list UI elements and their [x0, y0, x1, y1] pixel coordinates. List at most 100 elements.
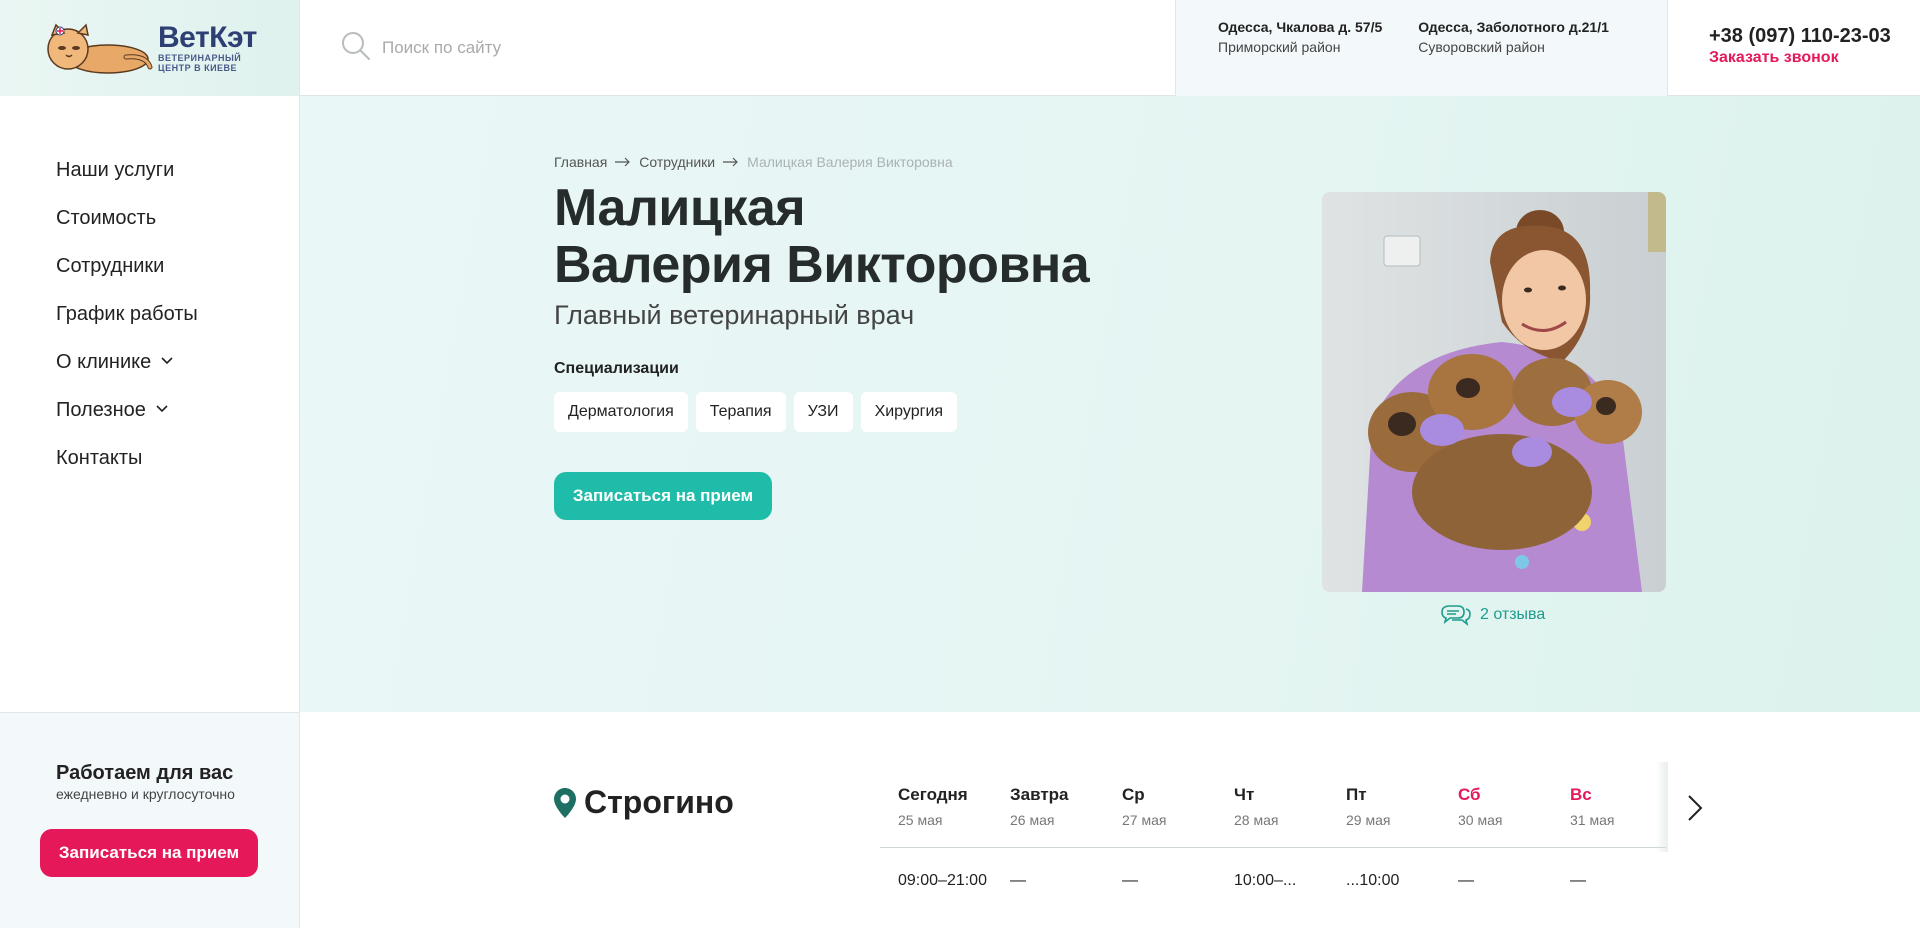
chat-bubbles-icon	[1441, 605, 1471, 626]
contacts: +38 (097) 110-23-03 Заказать звонок	[1668, 0, 1920, 95]
specialization-tag[interactable]: Терапия	[695, 392, 786, 432]
arrow-right-icon	[723, 157, 738, 167]
sidebar-promo: Работаем для вас ежедневно и круглосуточ…	[0, 712, 300, 928]
address-2[interactable]: Одесса, Заболотного д.21/1 Суворовский р…	[1418, 17, 1609, 96]
day-name: Чт	[1234, 785, 1255, 804]
doctor-name: Малицкая Валерия Викторовна	[554, 179, 1090, 294]
breadcrumb-staff[interactable]: Сотрудники	[639, 154, 715, 170]
day-date: 28 мая	[1234, 812, 1279, 828]
schedule-time[interactable]: 09:00–21:00	[880, 872, 992, 890]
schedule-day: Сб 30 мая	[1440, 784, 1552, 830]
day-date: 27 мая	[1122, 812, 1167, 828]
sidebar-item-schedule[interactable]: График работы	[56, 290, 299, 338]
day-date: 26 мая	[1010, 812, 1055, 828]
day-date: 31 мая	[1570, 812, 1615, 828]
sidebar-item-label: О клинике	[56, 350, 152, 373]
logo-subtitle-1: ВЕТЕРИНАРНЫЙ	[158, 53, 242, 63]
reviews-link[interactable]: 2 отзыва	[1440, 604, 1545, 626]
address-1[interactable]: Одесса, Чкалова д. 57/5 Приморский район	[1218, 17, 1382, 96]
chevron-down-icon	[156, 405, 168, 413]
search-input[interactable]	[382, 38, 882, 58]
schedule-day: Чт 28 мая	[1216, 784, 1328, 830]
day-name: Вс	[1570, 785, 1592, 804]
phone-number[interactable]: +38 (097) 110-23-03	[1709, 24, 1920, 48]
arrow-right-icon	[615, 157, 631, 167]
schedule-day: Завтра 26 мая	[992, 784, 1104, 830]
day-date: 29 мая	[1346, 812, 1391, 828]
schedule-days: Сегодня 25 мая Завтра 26 мая Ср 27 мая Ч…	[880, 784, 1664, 830]
schedule-time: —	[1458, 872, 1474, 889]
schedule-day: Сегодня 25 мая	[880, 784, 992, 830]
sidebar: Наши услуги Стоимость Сотрудники График …	[0, 96, 300, 712]
doctor-surname: Малицкая	[554, 179, 806, 237]
address-district: Суворовский район	[1418, 39, 1545, 55]
schedule-scroll-fade	[1656, 762, 1668, 852]
schedule-time: —	[1010, 872, 1026, 889]
day-name: Сб	[1458, 785, 1481, 804]
work-subtitle: ежедневно и круглосуточно	[56, 786, 235, 802]
appointment-button[interactable]: Записаться на прием	[554, 472, 772, 520]
map-pin-icon	[554, 787, 576, 818]
sidebar-item-label: Контакты	[56, 446, 143, 469]
schedule-divider	[880, 847, 1666, 848]
logo[interactable]: ВетКэт ВЕТЕРИНАРНЫЙ ЦЕНТР В КИЕВЕ	[0, 0, 300, 96]
sidebar-item-label: Наши услуги	[56, 158, 175, 181]
sidebar-item-about[interactable]: О клинике	[56, 338, 299, 386]
schedule-time[interactable]: ...10:00	[1328, 872, 1440, 890]
breadcrumb-home[interactable]: Главная	[554, 154, 607, 170]
search-bar	[300, 0, 1176, 96]
sidebar-item-contacts[interactable]: Контакты	[56, 434, 299, 482]
specializations-list: Дерматология Терапия УЗИ Хирургия	[554, 392, 958, 432]
schedule-day: Вс 31 мая	[1552, 784, 1664, 830]
schedule-times: 09:00–21:00 — — 10:00–... ...10:00 — —	[880, 872, 1664, 890]
day-name: Сегодня	[898, 785, 968, 804]
specialization-tag[interactable]: Хирургия	[860, 392, 958, 432]
breadcrumb-current: Малицкая Валерия Викторовна	[747, 154, 953, 170]
schedule-day: Ср 27 мая	[1104, 784, 1216, 830]
address-district: Приморский район	[1218, 39, 1341, 55]
sidebar-item-label: Стоимость	[56, 206, 157, 229]
day-name: Ср	[1122, 785, 1145, 804]
doctor-photo	[1322, 192, 1666, 592]
schedule-section: Строгино Сегодня 25 мая Завтра 26 мая Ср…	[300, 712, 1920, 928]
work-title: Работаем для вас	[56, 762, 234, 784]
schedule-day: Пт 29 мая	[1328, 784, 1440, 830]
address-street: Одесса, Заболотного д.21/1	[1418, 19, 1609, 35]
breadcrumb: Главная Сотрудники Малицкая Валерия Викт…	[554, 154, 953, 170]
chevron-right-icon	[1688, 795, 1703, 821]
schedule-time: —	[1122, 872, 1138, 889]
logo-name: ВетКэт	[158, 21, 257, 54]
sidebar-item-label: График работы	[56, 302, 198, 325]
doctor-hero: Главная Сотрудники Малицкая Валерия Викт…	[300, 96, 1920, 712]
chevron-down-icon	[161, 357, 173, 365]
sidebar-nav: Наши услуги Стоимость Сотрудники График …	[0, 96, 299, 482]
doctor-position: Главный ветеринарный врач	[554, 300, 915, 330]
address-street: Одесса, Чкалова д. 57/5	[1218, 19, 1383, 35]
specializations-heading: Специализации	[554, 360, 679, 377]
day-name: Завтра	[1010, 785, 1069, 804]
specialization-tag[interactable]: УЗИ	[793, 392, 853, 432]
clinic-location: Строгино	[554, 784, 734, 821]
specialization-tag[interactable]: Дерматология	[554, 392, 688, 432]
logo-subtitle-2: ЦЕНТР В КИЕВЕ	[158, 63, 238, 73]
schedule-time[interactable]: 10:00–...	[1216, 872, 1328, 890]
schedule-time: —	[1570, 872, 1586, 889]
sidebar-item-useful[interactable]: Полезное	[56, 386, 299, 434]
day-name: Пт	[1346, 785, 1367, 804]
site-header: ВетКэт ВЕТЕРИНАРНЫЙ ЦЕНТР В КИЕВЕ Одесса…	[0, 0, 1920, 96]
sidebar-item-label: Сотрудники	[56, 254, 165, 277]
schedule-next-button[interactable]	[1680, 788, 1710, 828]
callback-link[interactable]: Заказать звонок	[1709, 48, 1920, 68]
search-icon[interactable]	[340, 30, 372, 67]
day-date: 25 мая	[898, 812, 943, 828]
doctor-given-names: Валерия Викторовна	[554, 236, 1090, 294]
cat-logo-icon	[38, 19, 154, 77]
reviews-count: 2 отзыва	[1480, 606, 1546, 623]
addresses: Одесса, Чкалова д. 57/5 Приморский район…	[1176, 0, 1668, 96]
day-date: 30 мая	[1458, 812, 1503, 828]
sidebar-item-staff[interactable]: Сотрудники	[56, 242, 299, 290]
sidebar-item-prices[interactable]: Стоимость	[56, 194, 299, 242]
sidebar-appointment-button[interactable]: Записаться на прием	[40, 829, 258, 877]
sidebar-item-services[interactable]: Наши услуги	[56, 146, 299, 194]
sidebar-item-label: Полезное	[56, 398, 146, 421]
